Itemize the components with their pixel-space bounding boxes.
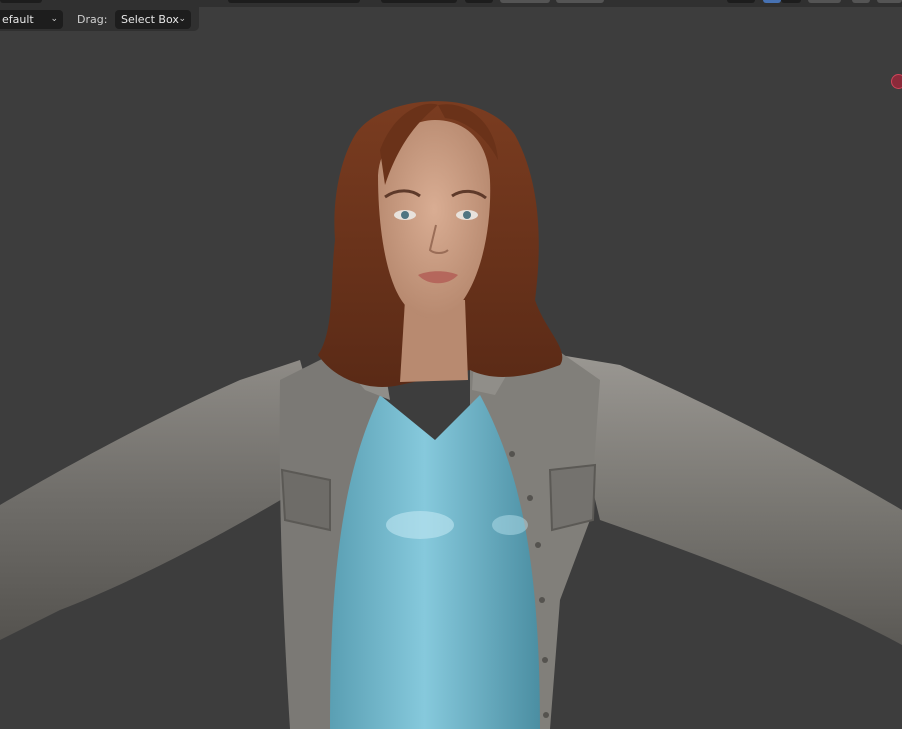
left-pocket [280, 468, 331, 532]
right-pocket [548, 463, 597, 532]
shirt-highlight [386, 511, 454, 539]
3d-viewport[interactable]: efault ⌄ Drag: Select Box ⌄ [0, 0, 902, 729]
right-iris [463, 211, 471, 219]
right-sleeve [560, 355, 902, 645]
shirt-highlight [492, 515, 528, 535]
left-iris [401, 211, 409, 219]
character-model[interactable] [0, 0, 902, 729]
